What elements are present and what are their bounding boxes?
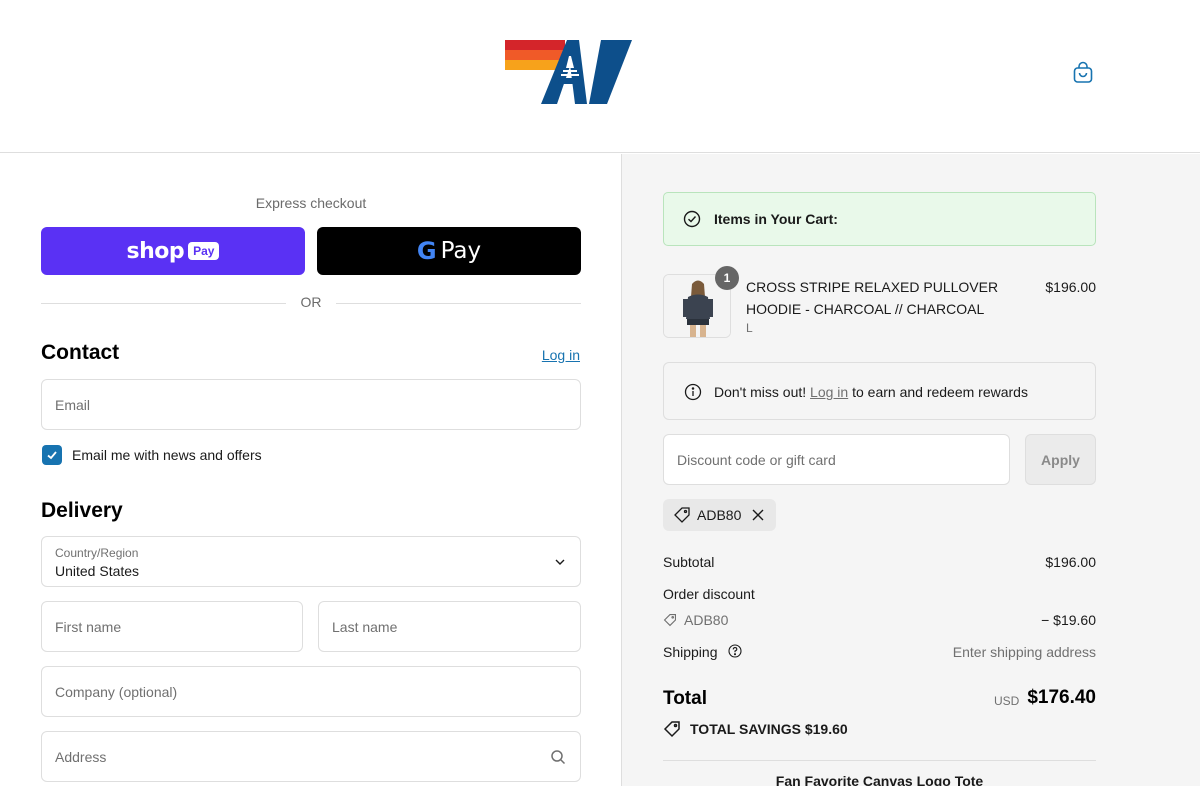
email-placeholder: Email xyxy=(55,396,91,413)
total-savings: TOTAL SAVINGS $19.60 xyxy=(690,721,848,737)
google-pay-label: Pay xyxy=(440,238,482,264)
country-label: Country/Region xyxy=(55,546,139,560)
rewards-text: Don't miss out! Log in to earn and redee… xyxy=(714,384,1028,400)
shop-pay-button[interactable]: shop Pay xyxy=(41,227,305,275)
applied-code-text: ADB80 xyxy=(697,507,742,523)
first-name-field[interactable]: First name xyxy=(41,601,303,652)
email-field[interactable]: Email xyxy=(41,379,581,430)
address-placeholder: Address xyxy=(55,748,107,765)
checkout-form-column: Express checkout shop Pay G Pay OR Conta… xyxy=(0,154,622,786)
shipping-label: Shipping xyxy=(663,644,718,660)
or-divider: OR xyxy=(41,294,581,312)
cart-banner: Items in Your Cart: xyxy=(663,192,1096,246)
av-stripes-logo[interactable] xyxy=(505,38,633,106)
info-icon xyxy=(684,383,702,401)
subtotal-value: $196.00 xyxy=(1045,554,1096,570)
last-name-field[interactable]: Last name xyxy=(318,601,581,652)
first-name-placeholder: First name xyxy=(55,618,122,635)
order-discount-value: − $19.60 xyxy=(1041,612,1096,628)
contact-heading: Contact xyxy=(41,341,120,364)
total-value: $176.40 xyxy=(1027,687,1096,708)
shopping-bag-icon[interactable] xyxy=(1071,61,1095,85)
summary-divider xyxy=(663,760,1096,761)
cart-banner-text: Items in Your Cart: xyxy=(714,211,838,227)
promo-product-title: Fan Favorite Canvas Logo Tote xyxy=(775,773,984,786)
savings-tag-icon xyxy=(663,721,680,738)
company-field[interactable]: Company (optional) xyxy=(41,666,581,717)
checkmark-icon xyxy=(47,451,57,460)
country-value: United States xyxy=(55,563,140,579)
quantity-badge: 1 xyxy=(715,266,739,290)
search-icon xyxy=(551,749,566,764)
order-summary-column: Items in Your Cart: 1 CROSS STRIPE RELAX… xyxy=(622,154,1200,786)
site-header xyxy=(0,0,1200,153)
total-currency: USD xyxy=(994,694,1020,708)
country-select[interactable]: Country/Region United States xyxy=(41,536,581,587)
shop-pay-pill: Pay xyxy=(188,242,220,260)
address-field[interactable]: Address xyxy=(41,731,581,782)
tag-icon xyxy=(663,614,676,627)
rewards-login-link[interactable]: Log in xyxy=(810,384,848,400)
newsletter-checkbox[interactable] xyxy=(42,445,62,465)
order-discount-code: ADB80 xyxy=(684,612,729,628)
newsletter-label: Email me with news and offers xyxy=(72,447,262,463)
product-variant: L xyxy=(746,321,753,335)
apply-discount-button[interactable]: Apply xyxy=(1025,434,1096,485)
product-name: CROSS STRIPE RELAXED PULLOVER HOODIE - C… xyxy=(746,279,999,317)
check-circle-icon xyxy=(683,210,701,228)
discount-placeholder: Discount code or gift card xyxy=(677,452,836,468)
last-name-placeholder: Last name xyxy=(332,618,398,635)
subtotal-label: Subtotal xyxy=(663,554,715,570)
total-label: Total xyxy=(663,688,707,709)
rewards-notice: Don't miss out! Log in to earn and redee… xyxy=(663,362,1096,420)
or-text: OR xyxy=(300,294,322,310)
shop-pay-wordmark: shop xyxy=(126,238,185,264)
shipping-value: Enter shipping address xyxy=(952,644,1096,660)
applied-code-chip: ADB80 xyxy=(663,499,776,531)
chevron-down-icon xyxy=(555,559,565,565)
google-g-icon: G xyxy=(416,237,437,265)
delivery-heading: Delivery xyxy=(41,499,123,522)
help-icon[interactable] xyxy=(728,644,742,658)
express-checkout-title: Express checkout xyxy=(255,195,367,211)
remove-code-icon[interactable] xyxy=(752,509,764,521)
google-pay-button[interactable]: G Pay xyxy=(317,227,581,275)
company-placeholder: Company (optional) xyxy=(55,683,178,700)
order-discount-label: Order discount xyxy=(663,586,755,602)
login-link[interactable]: Log in xyxy=(520,347,580,363)
product-price: $196.00 xyxy=(1045,279,1096,295)
discount-code-field[interactable]: Discount code or gift card xyxy=(663,434,1010,485)
tag-icon xyxy=(674,507,690,523)
